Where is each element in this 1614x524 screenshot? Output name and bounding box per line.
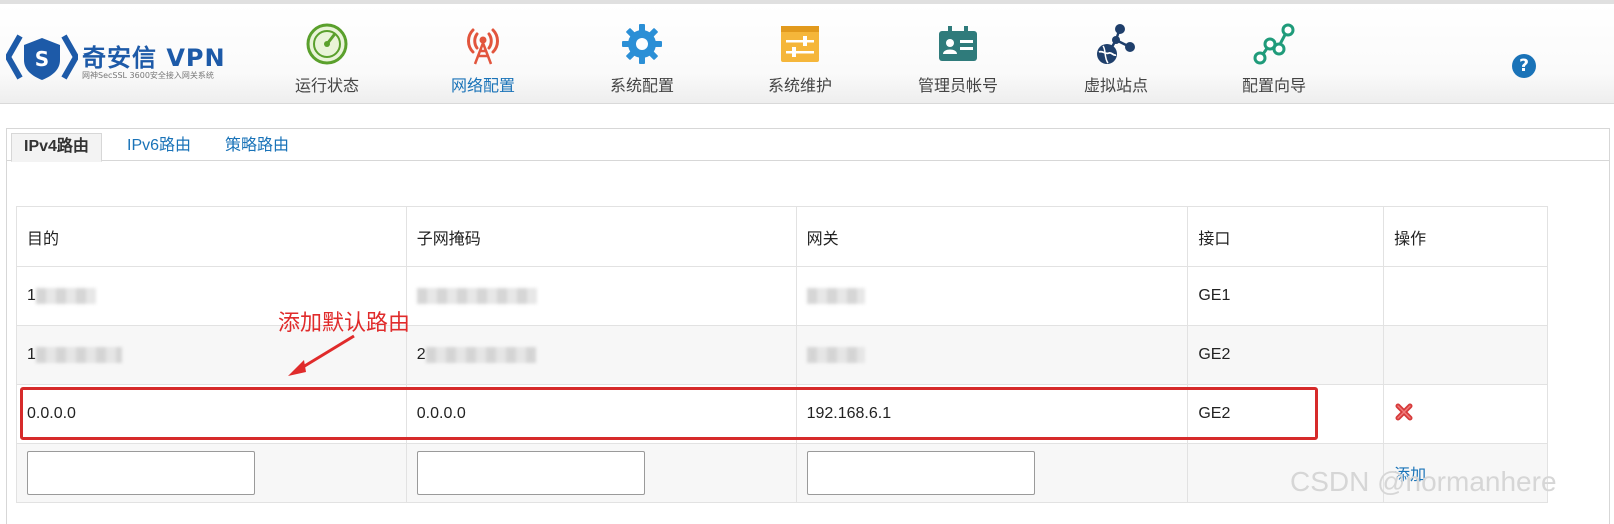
nav-item-run-status[interactable]: 运行状态 [262,22,392,100]
subnet-mask-text: 2 [416,346,426,363]
brand-name: 奇安信 VPN [82,44,226,72]
add-route-link[interactable]: 添加 [1394,467,1426,484]
table-row: 0.0.0.0 0.0.0.0 192.168.6.1 GE2 [16,384,1548,444]
cell-interface: GE1 [1187,266,1385,326]
cell-subnet-mask: 2 [405,325,797,385]
tab-ipv6-route[interactable]: IPv6路由 [115,133,203,161]
nav-label: 系统维护 [767,78,832,95]
redacted-text [35,287,96,304]
column-header-gateway: 网关 [795,206,1189,267]
cell-subnet-mask [405,266,797,326]
cell-action [1383,325,1548,385]
header-top-strip [262,4,400,8]
globe-network-icon [1097,24,1135,64]
cell-destination: 0.0.0.0 [16,384,407,444]
cell-subnet-mask-input [405,443,797,503]
cell-subnet-mask: 0.0.0.0 [405,384,797,444]
column-header-interface: 接口 [1187,206,1385,267]
table-row: 1 2 GE2 [16,325,1548,385]
nav-item-virtual-site[interactable]: 虚拟站点 [1051,22,1181,100]
gateway-input[interactable] [806,451,1035,495]
nav-item-system-config[interactable]: 系统配置 [577,22,707,100]
gear-icon [622,24,662,64]
redacted-text [806,346,865,363]
cell-interface: GE2 [1187,384,1385,444]
shield-logo-icon: S [6,34,78,80]
column-header-subnet-mask: 子网掩码 [405,206,797,267]
redacted-text [416,287,537,304]
ipv4-route-table: 目的 子网掩码 网关 接口 操作 1 GE1 1 2 GE2 0.0.0.0 0… [16,206,1548,503]
nav-item-network-config[interactable]: 网络配置 [418,22,548,100]
cell-add-action: 添加 [1383,443,1548,503]
redacted-text [35,346,122,363]
nav-label: 管理员帐号 [917,78,998,95]
nav-label: 配置向导 [1241,78,1306,95]
column-header-destination: 目的 [16,206,407,267]
redacted-text [806,287,865,304]
tab-policy-route[interactable]: 策略路由 [213,133,301,161]
cell-action [1383,384,1548,444]
tab-ipv4-route[interactable]: IPv4路由 [11,133,102,162]
help-icon[interactable]: ? [1512,54,1536,78]
nav-item-config-wizard[interactable]: 配置向导 [1209,22,1339,100]
table-row-add: 添加 [16,443,1548,503]
nav-label: 网络配置 [450,78,515,95]
route-tabs: IPv4路由 IPv6路由 策略路由 [7,129,1609,162]
cell-gateway-input [795,443,1189,503]
nav-label: 运行状态 [294,78,359,95]
column-header-action: 操作 [1383,206,1548,267]
redacted-text [425,346,536,363]
table-header-row: 目的 子网掩码 网关 接口 操作 [16,206,1548,267]
gauge-icon [306,23,348,65]
brand-subtitle: 网神SecSSL 3600安全接入网关系统 [82,71,214,80]
top-header: S 奇安信 VPN 网神SecSSL 3600安全接入网关系统 运行状态 网络配… [0,0,1614,104]
nav-label: 虚拟站点 [1083,78,1148,95]
subnet-mask-input[interactable] [416,451,645,495]
nav-item-system-maintenance[interactable]: 系统维护 [735,22,865,100]
delete-icon[interactable] [1394,402,1414,422]
sliders-panel-icon [781,26,819,62]
cell-gateway: 192.168.6.1 [795,384,1189,444]
cell-destination-input [16,443,407,503]
destination-input[interactable] [27,451,255,495]
cell-gateway [795,266,1189,326]
cell-interface: GE2 [1187,325,1385,385]
id-card-icon [939,26,977,61]
route-nodes-icon [1253,23,1295,65]
antenna-tower-icon [467,28,499,65]
table-row: 1 GE1 [16,266,1548,326]
svg-text:S: S [35,47,49,71]
brand-logo: S 奇安信 VPN 网神SecSSL 3600安全接入网关系统 [6,30,256,86]
destination-text: 1 [27,287,36,304]
cell-gateway [795,325,1189,385]
cell-interface-empty [1187,443,1385,503]
cell-action [1383,266,1548,326]
nav-item-admin-account[interactable]: 管理员帐号 [893,22,1023,100]
nav-label: 系统配置 [609,78,674,95]
destination-text: 1 [27,346,36,363]
annotation-arrow-icon [288,334,355,376]
